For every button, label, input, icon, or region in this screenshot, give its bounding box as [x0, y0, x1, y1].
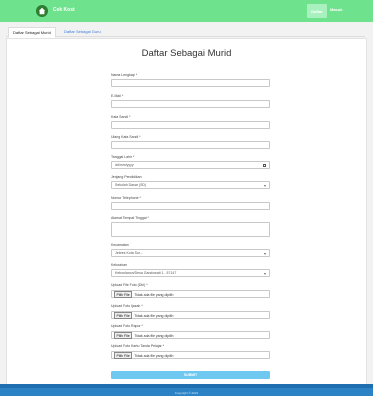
kecamatan-select[interactable]: Jebres Kota Sur... — [111, 249, 270, 257]
kelurahan-select[interactable]: Kebonlanon/Desa Gandowati 1 - 57147 — [111, 269, 270, 277]
house-icon — [38, 7, 46, 15]
foto-kartu-chooser[interactable]: Pilih File Tidak ada file yang dipilih — [114, 352, 173, 359]
foto-rapor-label: Upload Foto Rapor * — [111, 324, 143, 328]
footer-text: Copyright © 2021 — [174, 391, 199, 395]
foto-kartu-label: Upload Foto Kartu Tanda Pelajar * — [111, 344, 165, 348]
foto-rapor-chooser[interactable]: Pilih File Tidak ada file yang dipilih — [114, 332, 173, 339]
jenjang-select[interactable]: Sekolah Dasar (SD) — [111, 181, 270, 189]
tab-daftar-murid[interactable]: Daftar Sebagai Murid — [8, 27, 56, 38]
tanggal-lahir-value: dd/mm/yyyy — [115, 163, 134, 167]
foto-kartu-choose-button[interactable]: Pilih File — [114, 352, 133, 359]
foto-ijazah-status: Tidak ada file yang dipilih — [134, 313, 174, 318]
calendar-icon[interactable] — [262, 163, 266, 167]
foto-diri-label: Upload File Foto (Diri) * — [111, 283, 148, 287]
email-input[interactable] — [111, 100, 270, 108]
foto-rapor-choose-button[interactable]: Pilih File — [114, 332, 133, 339]
page-title: Daftar Sebagai Murid — [141, 48, 232, 59]
password-confirm-input[interactable] — [111, 141, 270, 149]
tab-daftar-guru[interactable]: Daftar Sebagai Guru — [60, 27, 105, 36]
foto-ijazah-label: Upload Foto Ijazah * — [111, 304, 143, 308]
kelurahan-label: Kelurahan — [111, 263, 127, 267]
tanggal-lahir-input[interactable]: dd/mm/yyyy — [111, 161, 270, 169]
nama-label: Nama Lengkap * — [111, 73, 138, 77]
nama-input[interactable] — [111, 79, 270, 87]
foto-ijazah-choose-button[interactable]: Pilih File — [114, 312, 133, 319]
telepon-input[interactable] — [111, 202, 270, 210]
logo[interactable] — [36, 5, 48, 17]
telepon-label: Nomor Telephone * — [111, 196, 141, 200]
nav-masuk-link[interactable]: Masuk — [330, 7, 342, 12]
foto-diri-chooser[interactable]: Pilih File Tidak ada file yang dipilih — [114, 291, 173, 298]
foto-diri-status: Tidak ada file yang dipilih — [134, 292, 174, 297]
foto-rapor-status: Tidak ada file yang dipilih — [134, 333, 174, 338]
password-confirm-label: Ulang Kata Sandi * — [111, 135, 141, 139]
email-label: E-Mail * — [111, 94, 124, 98]
foto-diri-choose-button[interactable]: Pilih File — [114, 291, 133, 298]
kecamatan-label: Kecamatan — [111, 243, 129, 247]
jenjang-label: Jenjang Pendidikan — [111, 175, 142, 179]
submit-button[interactable]: SUBMIT — [111, 371, 270, 379]
password-label: Kata Sandi * — [111, 115, 131, 119]
foto-kartu-status: Tidak ada file yang dipilih — [134, 353, 174, 358]
alamat-textarea[interactable] — [111, 222, 270, 237]
brand-name[interactable]: Cek Kost — [53, 7, 75, 13]
password-input[interactable] — [111, 121, 270, 129]
foto-ijazah-chooser[interactable]: Pilih File Tidak ada file yang dipilih — [114, 312, 173, 319]
tab-bar: Daftar Sebagai Murid Daftar Sebagai Guru — [6, 26, 365, 38]
alamat-label: Alamat Tempat Tinggal * — [111, 216, 149, 220]
nav-daftar-button[interactable]: Daftar — [307, 4, 327, 18]
tanggal-lahir-label: Tanggal Lahir * — [111, 155, 135, 159]
